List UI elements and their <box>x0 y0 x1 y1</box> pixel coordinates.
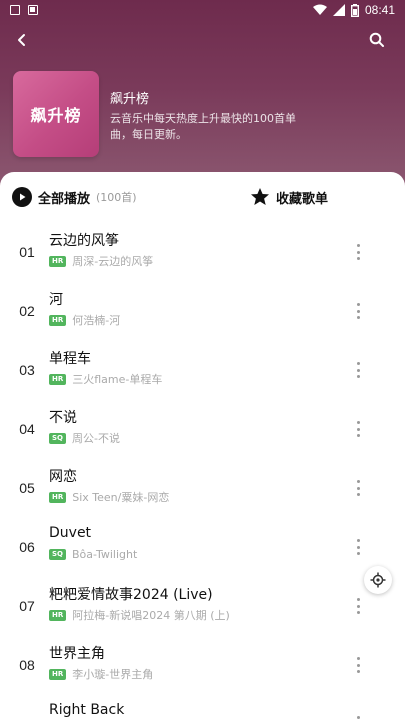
song-index: 01 <box>19 244 35 260</box>
back-button[interactable] <box>10 28 34 52</box>
chevron-left-icon <box>18 34 25 46</box>
play-all-label: 全部播放 <box>38 191 91 207</box>
song-index: 06 <box>19 539 35 555</box>
quality-badge: HR <box>49 255 67 267</box>
more-button[interactable] <box>355 655 361 675</box>
wifi-icon <box>312 4 327 15</box>
song-title: 不说 <box>49 410 77 426</box>
song-title: Right Back <box>49 702 125 718</box>
more-button[interactable] <box>355 714 361 720</box>
song-index: 02 <box>19 303 35 319</box>
song-title: 网恋 <box>49 469 77 485</box>
search-icon <box>369 32 384 47</box>
song-artist: 三火flame-单程车 <box>72 373 163 386</box>
more-button[interactable] <box>355 301 361 321</box>
song-artist: 阿拉梅-新说唱2024 第八期 (上) <box>72 609 230 622</box>
song-title: Duvet <box>49 525 92 541</box>
quality-badge: HR <box>49 314 67 326</box>
status-time: 08:41 <box>364 3 395 17</box>
more-button[interactable] <box>355 478 361 498</box>
song-row[interactable]: 07 粑粑爱情故事2024 (Live) HR 阿拉梅-新说唱2024 第八期 … <box>0 578 405 637</box>
more-button[interactable] <box>355 537 361 557</box>
song-index: 03 <box>19 362 35 378</box>
notification-icon <box>28 5 38 15</box>
quality-badge: HR <box>49 491 67 503</box>
song-row[interactable]: 02 河 HR 何浩楠-河 <box>0 283 405 342</box>
song-index: 07 <box>19 598 35 614</box>
song-artist: Bôa-Twilight <box>72 548 138 561</box>
quality-badge: HR <box>49 609 67 621</box>
quality-badge: HR <box>49 373 67 385</box>
song-row[interactable]: 03 单程车 HR 三火flame-单程车 <box>0 342 405 401</box>
song-panel: 全部播放 (100首) 收藏歌单 01 云边的风筝 HR 周深-云边的风筝 02… <box>0 172 405 720</box>
song-index: 04 <box>19 421 35 437</box>
song-artist: 何浩楠-河 <box>72 314 121 327</box>
locate-current-song-button[interactable] <box>364 566 392 594</box>
play-circle-icon <box>12 187 32 207</box>
action-row: 全部播放 (100首) 收藏歌单 <box>0 185 405 209</box>
cover-text: 飙升榜 <box>30 106 82 125</box>
play-count: (100首) <box>96 191 137 204</box>
song-artist: Six Teen/粟妹-网恋 <box>72 491 170 504</box>
collect-playlist-button[interactable]: 收藏歌单 <box>250 185 328 209</box>
song-artist: 周深-云边的风筝 <box>72 255 154 268</box>
song-row[interactable]: 04 不说 SQ 周公-不说 <box>0 401 405 460</box>
song-title: 单程车 <box>49 351 91 367</box>
search-button[interactable] <box>365 28 389 52</box>
song-artist: 周公-不说 <box>72 432 120 445</box>
more-button[interactable] <box>355 360 361 380</box>
more-button[interactable] <box>355 419 361 439</box>
song-title: 世界主角 <box>49 646 105 662</box>
song-row[interactable]: 06 Duvet SQ Bôa-Twilight <box>0 519 405 578</box>
song-title: 河 <box>49 292 63 308</box>
song-list: 01 云边的风筝 HR 周深-云边的风筝 02 河 HR 何浩楠-河 03 单程… <box>0 224 405 720</box>
top-nav <box>0 28 405 52</box>
song-title: 云边的风筝 <box>49 233 119 249</box>
more-button[interactable] <box>355 242 361 262</box>
song-row[interactable]: 05 网恋 HR Six Teen/粟妹-网恋 <box>0 460 405 519</box>
playlist-description: 云音乐中每天热度上升最快的100首单曲，每日更新。 <box>110 112 296 141</box>
song-row[interactable]: 08 世界主角 HR 李小璇-世界主角 <box>0 637 405 696</box>
song-row[interactable]: 01 云边的风筝 HR 周深-云边的风筝 <box>0 224 405 283</box>
collect-label: 收藏歌单 <box>276 191 329 207</box>
song-index: 08 <box>19 657 35 673</box>
song-artist: 李小璇-世界主角 <box>72 668 154 681</box>
song-index: 05 <box>19 480 35 496</box>
image-icon <box>10 5 20 15</box>
status-bar: 08:41 <box>0 0 405 22</box>
quality-badge: SQ <box>49 432 66 444</box>
quality-badge: HR <box>49 668 67 680</box>
locate-icon <box>370 572 386 588</box>
playlist-title: 飙升榜 <box>110 92 150 107</box>
star-icon <box>251 188 269 205</box>
song-row[interactable]: Right Back <box>0 696 405 720</box>
song-title: 粑粑爱情故事2024 (Live) <box>49 587 213 603</box>
signal-icon <box>332 4 345 16</box>
playlist-header: 08:41 飙升榜 飙升榜 云音乐中每天热度上升最快的100首单曲，每日更新。 <box>0 0 405 195</box>
more-button[interactable] <box>355 596 361 616</box>
battery-icon <box>350 3 359 17</box>
play-all-button[interactable]: 全部播放 (100首) <box>12 185 137 209</box>
quality-badge: SQ <box>49 549 66 560</box>
playlist-cover[interactable]: 飙升榜 <box>13 71 99 157</box>
